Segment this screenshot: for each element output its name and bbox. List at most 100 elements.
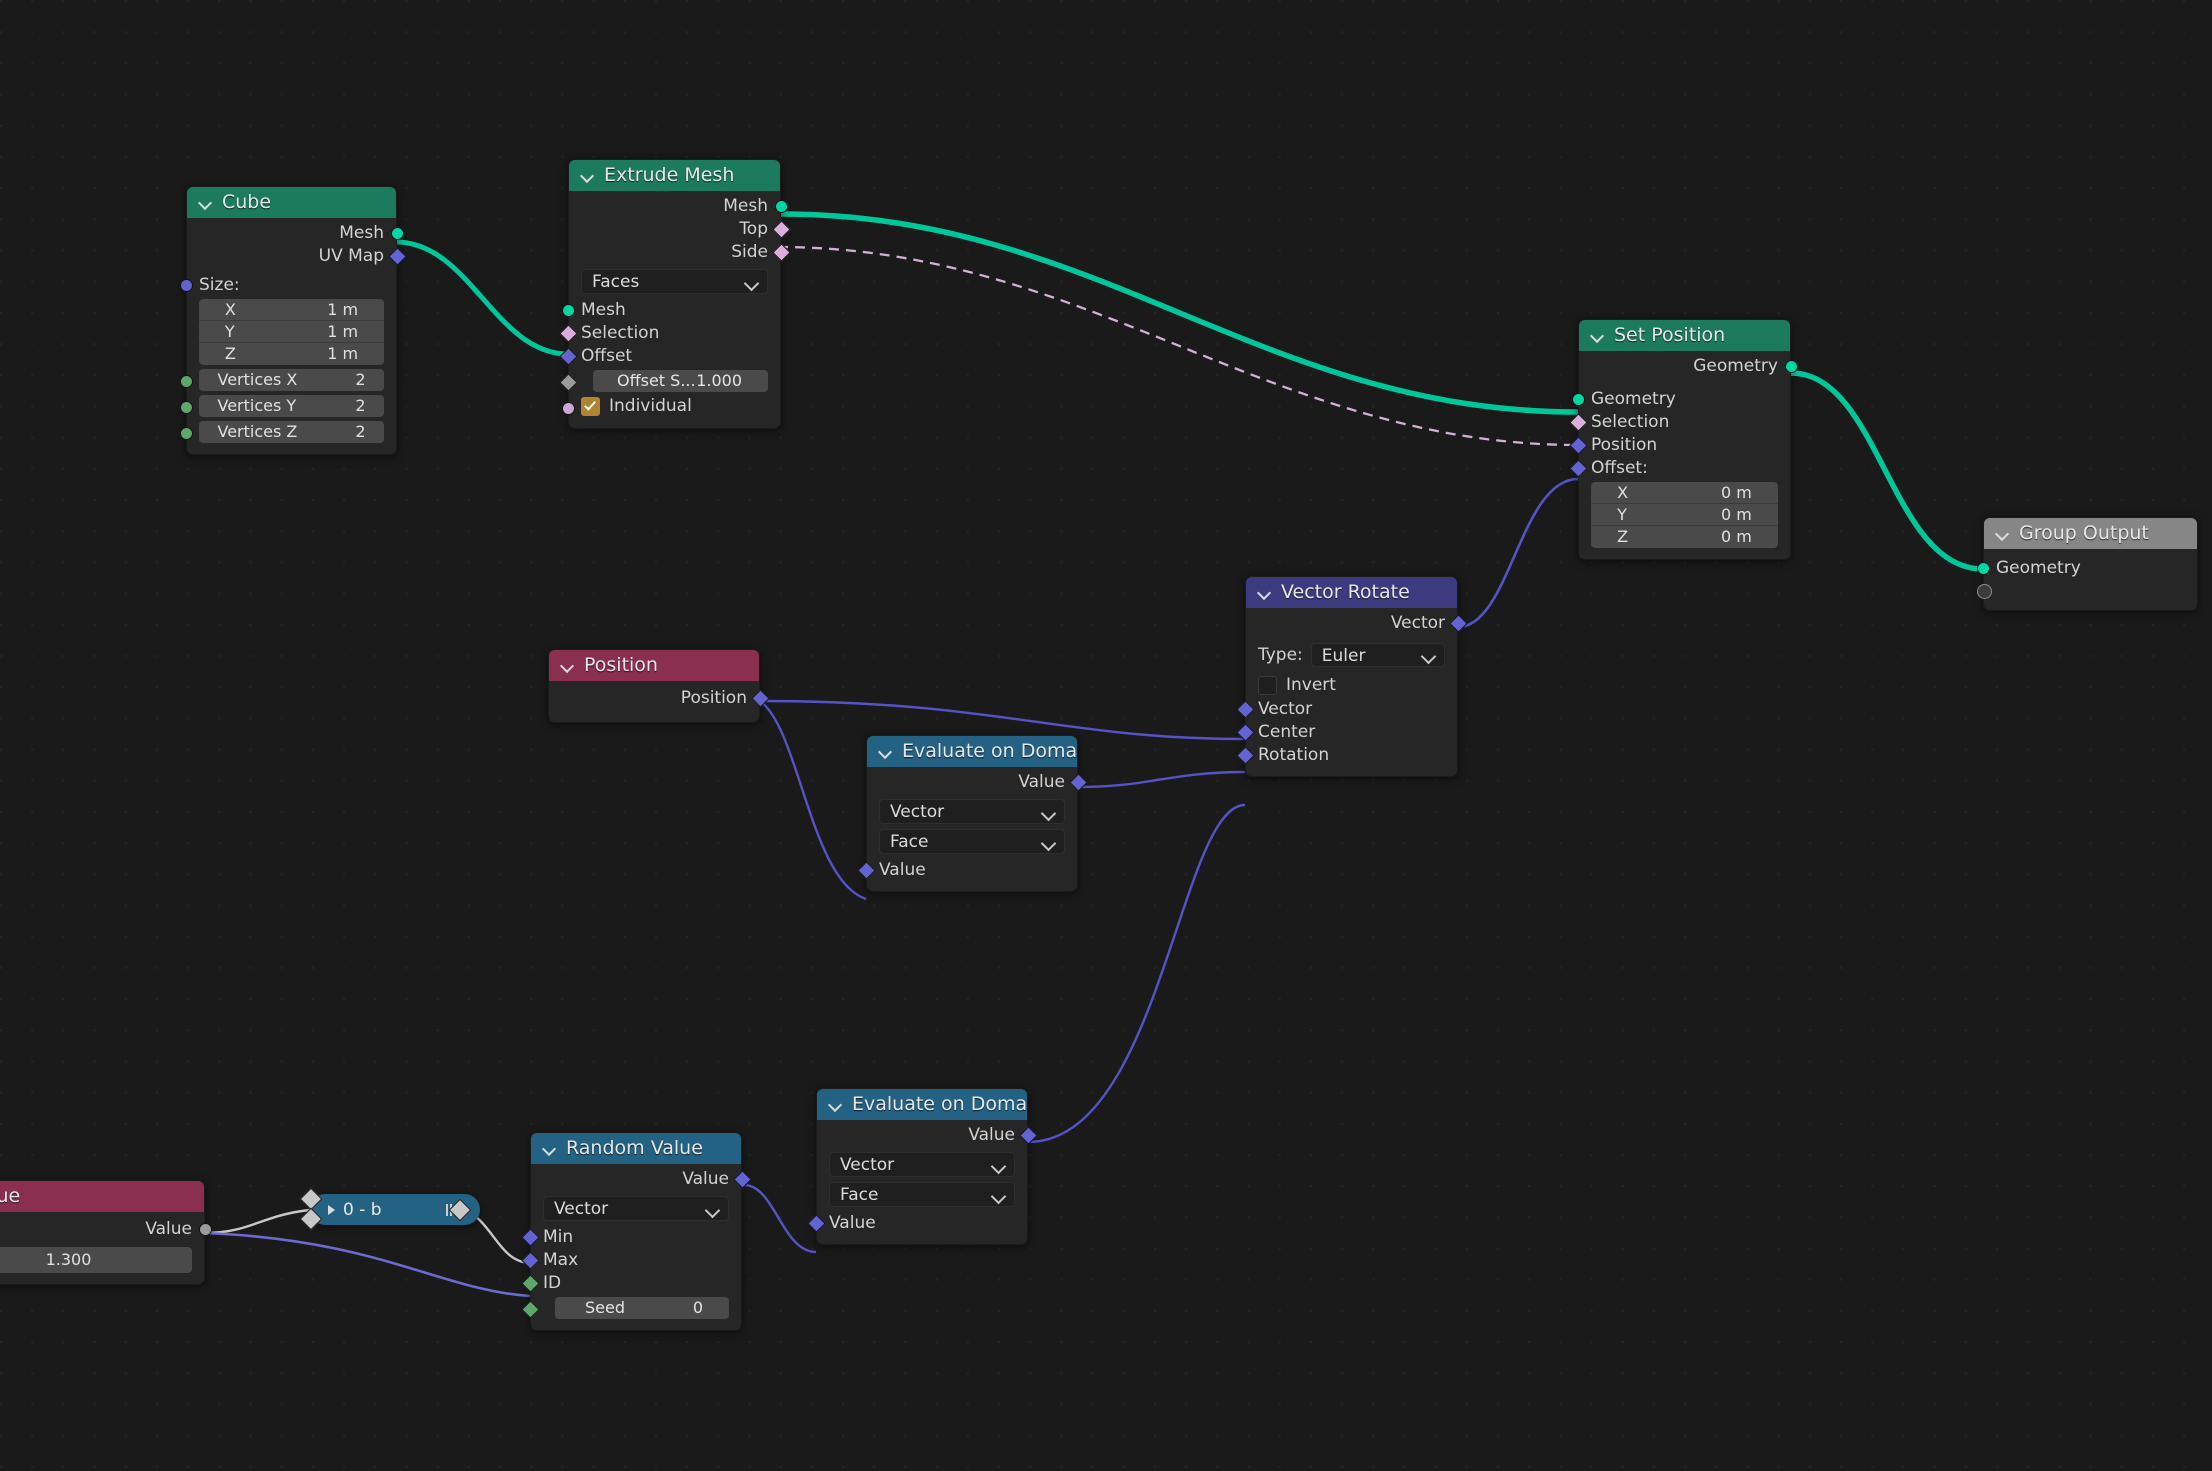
socket-id-input[interactable] <box>520 1274 540 1293</box>
eval1-datatype-dropdown[interactable]: Vector <box>879 799 1065 824</box>
checkbox-individual[interactable] <box>581 397 600 416</box>
chevron-down-icon[interactable] <box>879 745 893 759</box>
socket-min-input[interactable] <box>520 1228 540 1247</box>
chevron-down-icon[interactable] <box>581 169 595 183</box>
socket-vertices-z-input[interactable] <box>179 427 193 440</box>
vecrot-type-dropdown[interactable]: Euler <box>1310 643 1445 667</box>
chevron-right-icon[interactable] <box>328 1204 335 1215</box>
socket-offset-scale-input[interactable] <box>558 373 578 392</box>
socket-center-input[interactable] <box>1235 723 1255 742</box>
checkbox-invert[interactable] <box>1258 676 1277 695</box>
node-extrude-mesh-header[interactable]: Extrude Mesh <box>569 160 780 191</box>
node-position-body: Position <box>549 681 770 722</box>
randomvalue-datatype-dropdown[interactable]: Vector <box>543 1196 729 1221</box>
chevron-down-icon[interactable] <box>1258 586 1272 600</box>
chevron-down-icon[interactable] <box>1996 527 2010 541</box>
socket-new-input-placeholder[interactable] <box>1977 584 1992 599</box>
eval2-datatype-dropdown[interactable]: Vector <box>829 1152 1015 1177</box>
socket-geometry-output[interactable] <box>1784 360 1798 373</box>
socket-side-output[interactable] <box>771 243 791 262</box>
socket-uv-map-output[interactable] <box>387 247 407 266</box>
vertices-x-field[interactable]: Vertices X 2 <box>199 369 384 391</box>
extrude-offset-scale-row: Offset S... 1.000 <box>558 370 780 392</box>
node-vector-rotate[interactable]: Vector Rotate Vector Type: Euler Invert … <box>1235 576 1468 777</box>
node-extrude-mesh[interactable]: Extrude Mesh Mesh Top Side Faces Mesh Se… <box>558 159 791 429</box>
offset-z-field[interactable]: Z 0 m <box>1591 526 1778 548</box>
offset-x-field[interactable]: X 0 m <box>1591 482 1778 504</box>
size-z-field[interactable]: Z 1 m <box>199 343 384 365</box>
socket-max-input[interactable] <box>520 1251 540 1270</box>
socket-value-output[interactable] <box>1018 1126 1038 1145</box>
value-number-field[interactable]: 1.300 <box>0 1247 192 1273</box>
socket-geometry-input[interactable] <box>1976 562 1990 575</box>
socket-top-output[interactable] <box>771 220 791 239</box>
link-randomvalue-to-evaluate2-value <box>743 1183 817 1254</box>
node-evaluate-on-domain-2-header[interactable]: Evaluate on Domain <box>817 1089 1027 1120</box>
socket-size-input[interactable] <box>179 279 193 292</box>
socket-value-output[interactable] <box>1068 773 1088 792</box>
socket-offset-input[interactable] <box>558 347 578 366</box>
socket-row-setpos-geometry-out: Geometry <box>1579 355 1798 378</box>
socket-selection-input[interactable] <box>1568 413 1588 432</box>
node-evaluate-on-domain-2[interactable]: Evaluate on Domain Value Vector Face Val… <box>806 1088 1038 1245</box>
socket-vertices-x-input[interactable] <box>179 375 193 388</box>
randomvalue-datatype-value: Vector <box>554 1199 609 1219</box>
socket-mesh-output[interactable] <box>774 200 788 213</box>
socket-geometry-input[interactable] <box>1571 393 1585 406</box>
socket-value-output[interactable] <box>732 1170 752 1189</box>
socket-rotation-input[interactable] <box>1235 746 1255 765</box>
offset-scale-field[interactable]: Offset S... 1.000 <box>593 370 768 392</box>
node-cube-header[interactable]: Cube <box>187 187 396 218</box>
chevron-down-icon[interactable] <box>1591 329 1605 343</box>
socket-mesh-output[interactable] <box>390 227 404 240</box>
node-position-header[interactable]: Position <box>549 650 759 681</box>
node-vector-rotate-body: Vector Type: Euler Invert Vector Center <box>1235 608 1468 776</box>
chevron-down-icon[interactable] <box>199 196 213 210</box>
node-set-position-header[interactable]: Set Position <box>1579 320 1790 351</box>
node-random-value-header[interactable]: Random Value <box>531 1133 741 1164</box>
socket-seed-input[interactable] <box>520 1300 540 1319</box>
node-vector-rotate-header[interactable]: Vector Rotate <box>1246 577 1457 608</box>
node-group-output[interactable]: Group Output Geometry <box>1976 517 2198 611</box>
size-y-field[interactable]: Y 1 m <box>199 321 384 343</box>
node-editor-canvas[interactable]: Cube Mesh UV Map Size: X 1 m Y 1 m Z 1 m… <box>0 0 2212 1471</box>
chevron-down-icon[interactable] <box>543 1142 557 1156</box>
socket-vector-output[interactable] <box>1448 614 1468 633</box>
node-group-output-header[interactable]: Group Output <box>1984 518 2197 549</box>
node-evaluate-on-domain-1[interactable]: Evaluate on Domain Value Vector Face Val… <box>856 735 1088 892</box>
node-value[interactable]: Value Value 1.300 <box>0 1180 212 1285</box>
node-position[interactable]: Position Position <box>548 649 770 723</box>
vertices-y-field[interactable]: Vertices Y 2 <box>199 395 384 417</box>
chevron-down-icon[interactable] <box>829 1098 843 1112</box>
socket-position-output[interactable] <box>750 689 770 708</box>
node-value-header[interactable]: Value <box>0 1181 204 1212</box>
node-cube[interactable]: Cube Mesh UV Map Size: X 1 m Y 1 m Z 1 m… <box>179 186 407 455</box>
socket-vertices-y-input[interactable] <box>179 401 193 414</box>
socket-row-cube-size-in: Size: <box>179 274 396 297</box>
vecrot-invert-row[interactable]: Invert <box>1246 673 1457 698</box>
socket-mesh-input[interactable] <box>561 304 575 317</box>
node-set-position[interactable]: Set Position Geometry Geometry Selection… <box>1568 319 1798 560</box>
chevron-down-icon[interactable] <box>561 659 575 673</box>
socket-offset-input[interactable] <box>1568 459 1588 478</box>
vertices-z-field[interactable]: Vertices Z 2 <box>199 421 384 443</box>
socket-label-offset: Offset: <box>1591 458 1648 478</box>
node-evaluate-on-domain-1-header[interactable]: Evaluate on Domain <box>867 736 1077 767</box>
offset-y-field[interactable]: Y 0 m <box>1591 504 1778 526</box>
extrude-mode-dropdown[interactable]: Faces <box>581 269 768 294</box>
link-value-to-randomvalue-max <box>204 1231 531 1298</box>
size-x-field[interactable]: X 1 m <box>199 299 384 321</box>
individual-checkbox-row[interactable]: Individual <box>569 394 780 419</box>
socket-selection-input[interactable] <box>558 324 578 343</box>
eval2-domain-dropdown[interactable]: Face <box>829 1182 1015 1207</box>
socket-value-input[interactable] <box>856 861 876 880</box>
socket-value-output[interactable] <box>198 1223 212 1236</box>
socket-value-input[interactable] <box>806 1214 826 1233</box>
socket-label-geometry: Geometry <box>1996 558 2081 578</box>
node-random-value[interactable]: Random Value Value Vector Min Max ID See… <box>520 1132 752 1331</box>
eval1-domain-dropdown[interactable]: Face <box>879 829 1065 854</box>
socket-label-value-out: Value <box>968 1125 1015 1145</box>
seed-field[interactable]: Seed 0 <box>555 1297 729 1319</box>
socket-position-input[interactable] <box>1568 436 1588 455</box>
socket-vector-input[interactable] <box>1235 700 1255 719</box>
